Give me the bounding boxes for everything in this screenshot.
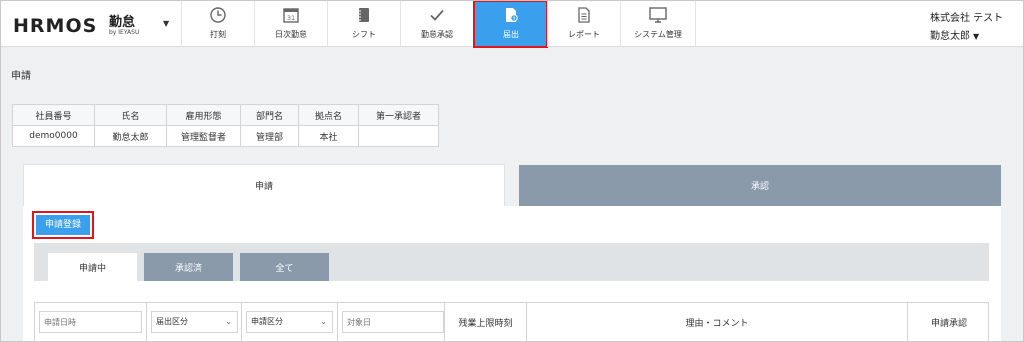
nav-label: システム管理	[634, 30, 682, 39]
subtab-approved[interactable]: 承認済	[144, 253, 233, 281]
overtime-header: 残業上限時刻	[458, 319, 513, 329]
top-header: HRMOS 勤怠 by IEYASU ▼ 打刻 31 日次勤怠 シフト 勤怠承認…	[1, 1, 1023, 48]
nav-item-report[interactable]: レポート	[547, 1, 620, 47]
cell-department: 管理部	[240, 125, 299, 147]
nav-item-punch[interactable]: 打刻	[181, 1, 254, 47]
user-name: 勤怠太郎	[930, 31, 970, 42]
table-row: demo0000 勤怠太郎 管理監督者 管理部 本社	[12, 125, 439, 147]
document-icon	[475, 6, 547, 24]
target-date-input[interactable]	[342, 311, 444, 333]
filter-row: 届出区分 ⌄ 申請区分 ⌄ 残業上限時刻 理由・コメント 申請承認	[34, 302, 990, 341]
filter-type-cell: 届出区分 ⌄	[147, 303, 242, 341]
date-filter-input[interactable]	[39, 311, 142, 333]
filter-target-cell	[338, 303, 445, 341]
nav-label: シフト	[352, 30, 376, 39]
header-location: 拠点名	[298, 104, 359, 126]
logo-text: HRMOS	[13, 15, 98, 37]
svg-text:31: 31	[287, 14, 295, 22]
status-subtabs: 申請中 承認済 全て	[34, 243, 989, 281]
calendar-icon: 31	[255, 6, 327, 24]
approval-header: 申請承認	[930, 319, 967, 329]
nav-item-notification[interactable]: 届出	[473, 1, 548, 48]
account-menu[interactable]: 株式会社 テスト 勤怠太郎 ▼	[930, 9, 1015, 42]
chevron-down-icon: ▼	[973, 32, 980, 41]
chevron-down-icon: ⌄	[320, 317, 327, 326]
app-frame: HRMOS 勤怠 by IEYASU ▼ 打刻 31 日次勤怠 シフト 勤怠承認…	[0, 0, 1024, 342]
clock-icon	[182, 6, 254, 24]
cell-first-approver	[358, 125, 439, 147]
type-select[interactable]: 届出区分 ⌄	[151, 311, 238, 333]
subtab-all[interactable]: 全て	[240, 253, 329, 281]
filter-kind-cell: 申請区分 ⌄	[242, 303, 338, 341]
page-title: 申請	[11, 71, 31, 82]
header-name: 氏名	[94, 104, 167, 126]
register-button[interactable]: 申請登録	[36, 215, 90, 235]
filter-date-cell	[35, 303, 147, 341]
nav-item-approval[interactable]: 勤怠承認	[400, 1, 473, 47]
hrmos-logo[interactable]: HRMOS 勤怠 by IEYASU ▼	[9, 7, 179, 41]
header-employment-type: 雇用形態	[166, 104, 241, 126]
kind-select[interactable]: 申請区分 ⌄	[246, 311, 333, 333]
tab-apply[interactable]: 申請	[23, 164, 505, 206]
nav-item-system[interactable]: システム管理	[620, 1, 696, 47]
header-employee-number: 社員番号	[12, 104, 95, 126]
company-name: 株式会社 テスト	[930, 13, 1004, 24]
notebook-icon	[328, 6, 400, 24]
subtab-pending[interactable]: 申請中	[48, 253, 137, 281]
nav-item-daily[interactable]: 31 日次勤怠	[254, 1, 327, 47]
check-icon	[401, 6, 473, 24]
logo-by: by IEYASU	[109, 29, 140, 36]
cell-employee-number: demo0000	[12, 125, 95, 147]
nav-label: 日次勤怠	[275, 30, 307, 39]
nav-label: 打刻	[210, 30, 226, 39]
nav-item-shift[interactable]: シフト	[327, 1, 400, 47]
nav-label: レポート	[568, 30, 600, 39]
chevron-down-icon[interactable]: ▼	[163, 19, 169, 28]
chevron-down-icon: ⌄	[225, 317, 232, 326]
cell-location: 本社	[298, 125, 359, 147]
nav-label: 勤怠承認	[421, 30, 453, 39]
logo-jp: 勤怠	[109, 15, 136, 30]
cell-name: 勤怠太郎	[94, 125, 167, 147]
nav-label: 届出	[503, 30, 519, 39]
table-header-row: 社員番号 氏名 雇用形態 部門名 拠点名 第一承認者	[12, 104, 439, 126]
monitor-icon	[621, 6, 695, 24]
kind-select-value: 申請区分	[251, 317, 283, 326]
reason-header: 理由・コメント	[685, 319, 749, 329]
header-first-approver: 第一承認者	[358, 104, 439, 126]
tab-approve[interactable]: 承認	[519, 165, 1001, 206]
overtime-header-cell: 残業上限時刻	[445, 303, 527, 341]
main-tabs: 申請 承認	[23, 164, 1001, 206]
apply-panel: 申請登録 申請中 承認済 全て 届出区分 ⌄ 申請区分 ⌄ 残業上限時刻	[23, 206, 1001, 341]
header-department: 部門名	[240, 104, 299, 126]
reason-header-cell: 理由・コメント	[527, 303, 908, 341]
register-button-highlight: 申請登録	[32, 211, 94, 239]
user-menu[interactable]: 勤怠太郎 ▼	[930, 27, 1015, 42]
type-select-value: 届出区分	[156, 317, 188, 326]
cell-employment-type: 管理監督者	[166, 125, 241, 147]
employee-info-table: 社員番号 氏名 雇用形態 部門名 拠点名 第一承認者 demo0000 勤怠太郎…	[12, 104, 439, 147]
approval-header-cell: 申請承認	[908, 303, 990, 341]
report-icon	[548, 6, 620, 24]
